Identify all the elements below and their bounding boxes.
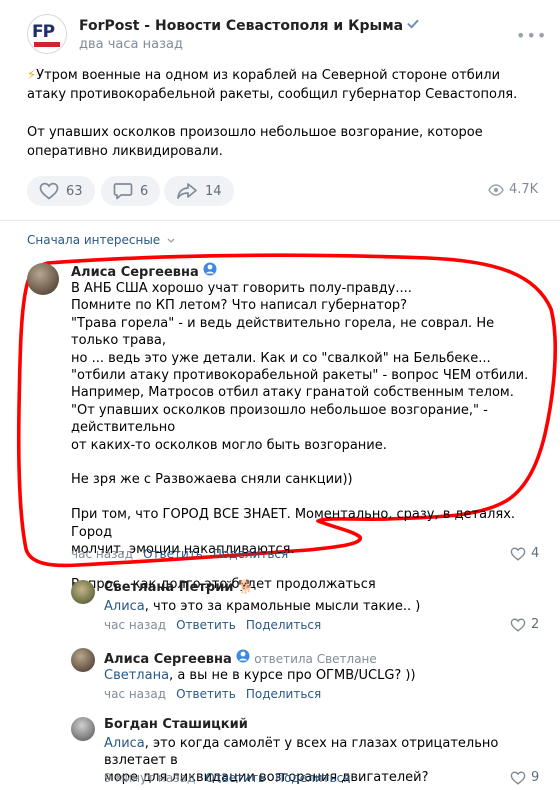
channel-logo[interactable]: FP (27, 14, 67, 54)
channel-name-text[interactable]: ForPost - Новости Севастополя и Крыма (79, 18, 403, 34)
mention-link[interactable]: Алиса (104, 736, 145, 751)
comment-meta: час назад Ответить Поделиться (104, 618, 321, 632)
comment-meta: 9 минут назад Ответить Поделиться (104, 771, 350, 785)
post-time[interactable]: два часа назад (79, 37, 183, 52)
comment-line: При том, что ГОРОД ВСЕ ЗНАЕТ. Моментальн… (71, 507, 516, 540)
comment-like-count: 4 (531, 546, 540, 561)
comment-icon (113, 183, 133, 200)
comment-line: Помните по КП летом? Что написал губерна… (71, 298, 408, 314)
mention-link[interactable]: Алиса (104, 599, 145, 614)
avatar[interactable] (71, 648, 95, 672)
reply-to-label[interactable]: ответила Светлане (254, 652, 377, 666)
heart-icon (510, 771, 526, 785)
comment-line: но ... ведь это уже детали. Как и со "св… (71, 350, 491, 366)
comment-line: Не зря же с Развожаева сняли санкции)) (71, 472, 353, 488)
comment-author[interactable]: Алиса Сергеевна ответила Светлане (104, 649, 377, 667)
comments-sort-dropdown[interactable]: Сначала интересные (27, 233, 176, 247)
comment-like-button[interactable]: 2 (510, 617, 539, 632)
comment-like-count: 2 (531, 617, 540, 632)
sort-label[interactable]: Сначала интересные (27, 233, 160, 247)
views-counter: 4.7K (488, 182, 538, 197)
comment-line: "Трава горела" - и ведь действительно го… (71, 315, 495, 349)
logo-text: FP (32, 22, 55, 42)
verified-icon (407, 18, 419, 33)
dog-icon: 🐕 (237, 580, 254, 595)
heart-icon (510, 618, 526, 632)
comment-line: от каких-то осколков могло быть возгоран… (71, 437, 387, 453)
share-button[interactable]: 14 (164, 176, 234, 206)
comment-button[interactable]: 6 (101, 176, 161, 206)
mention-link[interactable]: Светлана (104, 668, 169, 683)
avatar[interactable] (71, 580, 95, 604)
comment-meta: час назад Ответить Поделиться (71, 547, 288, 561)
post-paragraph-1: ⚡Утром военные на одном из кораблей на С… (27, 68, 518, 102)
post-paragraph-2: От упавших осколков произошло небольшое … (27, 125, 483, 159)
share-link[interactable]: Поделиться (275, 771, 350, 785)
comment-line (71, 489, 541, 506)
comment-line: "От упавших осколков произошло небольшое… (71, 402, 488, 436)
logo-red-bar (34, 42, 60, 47)
comment-like-button[interactable]: 9 (510, 770, 539, 785)
comment-count: 6 (140, 183, 149, 199)
comment-line: Например, Матросов отбил атаку гранатой … (71, 385, 514, 401)
channel-name[interactable]: ForPost - Новости Севастополя и Крыма (79, 18, 419, 34)
reply-button[interactable]: Ответить (143, 547, 203, 561)
comment-line (71, 454, 541, 471)
like-count: 63 (66, 183, 83, 199)
share-icon (177, 183, 197, 199)
comment-like-count: 9 (531, 770, 540, 785)
comment-time[interactable]: час назад (104, 687, 166, 701)
comment-time[interactable]: час назад (104, 618, 166, 632)
comment-text: Алиса, что это за крамольные мысли такие… (104, 599, 421, 614)
badge-icon (203, 262, 217, 280)
chevron-down-icon (167, 238, 175, 243)
share-link[interactable]: Поделиться (246, 618, 321, 632)
post-text: ⚡Утром военные на одном из кораблей на С… (27, 66, 527, 180)
comment-time[interactable]: час назад (71, 547, 133, 561)
comment-text: Светлана, а вы не в курсе про ОГМВ/UCLG?… (104, 668, 416, 683)
comment-time[interactable]: 9 минут назад (104, 771, 195, 785)
lightning-icon: ⚡ (27, 68, 37, 83)
heart-icon (39, 182, 59, 200)
like-button[interactable]: 63 (27, 176, 95, 206)
avatar[interactable] (27, 263, 59, 295)
comment-author[interactable]: Богдан Сташицкий (104, 717, 248, 732)
eye-icon (488, 183, 504, 196)
more-options-icon[interactable]: ••• (516, 26, 547, 45)
comment-like-button[interactable]: 4 (510, 546, 539, 561)
comment-meta: час назад Ответить Поделиться (104, 687, 321, 701)
share-link[interactable]: Поделиться (213, 547, 288, 561)
share-link[interactable]: Поделиться (246, 687, 321, 701)
heart-icon (510, 547, 526, 561)
comment-line (71, 558, 541, 575)
reply-button[interactable]: Ответить (176, 687, 236, 701)
share-count: 14 (205, 183, 222, 199)
comment-line: В АНБ США хорошо учат говорить полу-прав… (71, 281, 412, 296)
section-divider (0, 220, 560, 221)
comment-author[interactable]: Алиса Сергеевна (71, 262, 217, 280)
reply-button[interactable]: Ответить (205, 771, 265, 785)
badge-icon (236, 649, 250, 667)
comment-author[interactable]: Светлана Петрий 🐕 (104, 580, 254, 595)
avatar[interactable] (71, 717, 95, 741)
reply-button[interactable]: Ответить (176, 618, 236, 632)
views-count: 4.7K (509, 182, 539, 197)
comment-line: "отбили атаку противокорабельной ракеты"… (71, 368, 529, 384)
